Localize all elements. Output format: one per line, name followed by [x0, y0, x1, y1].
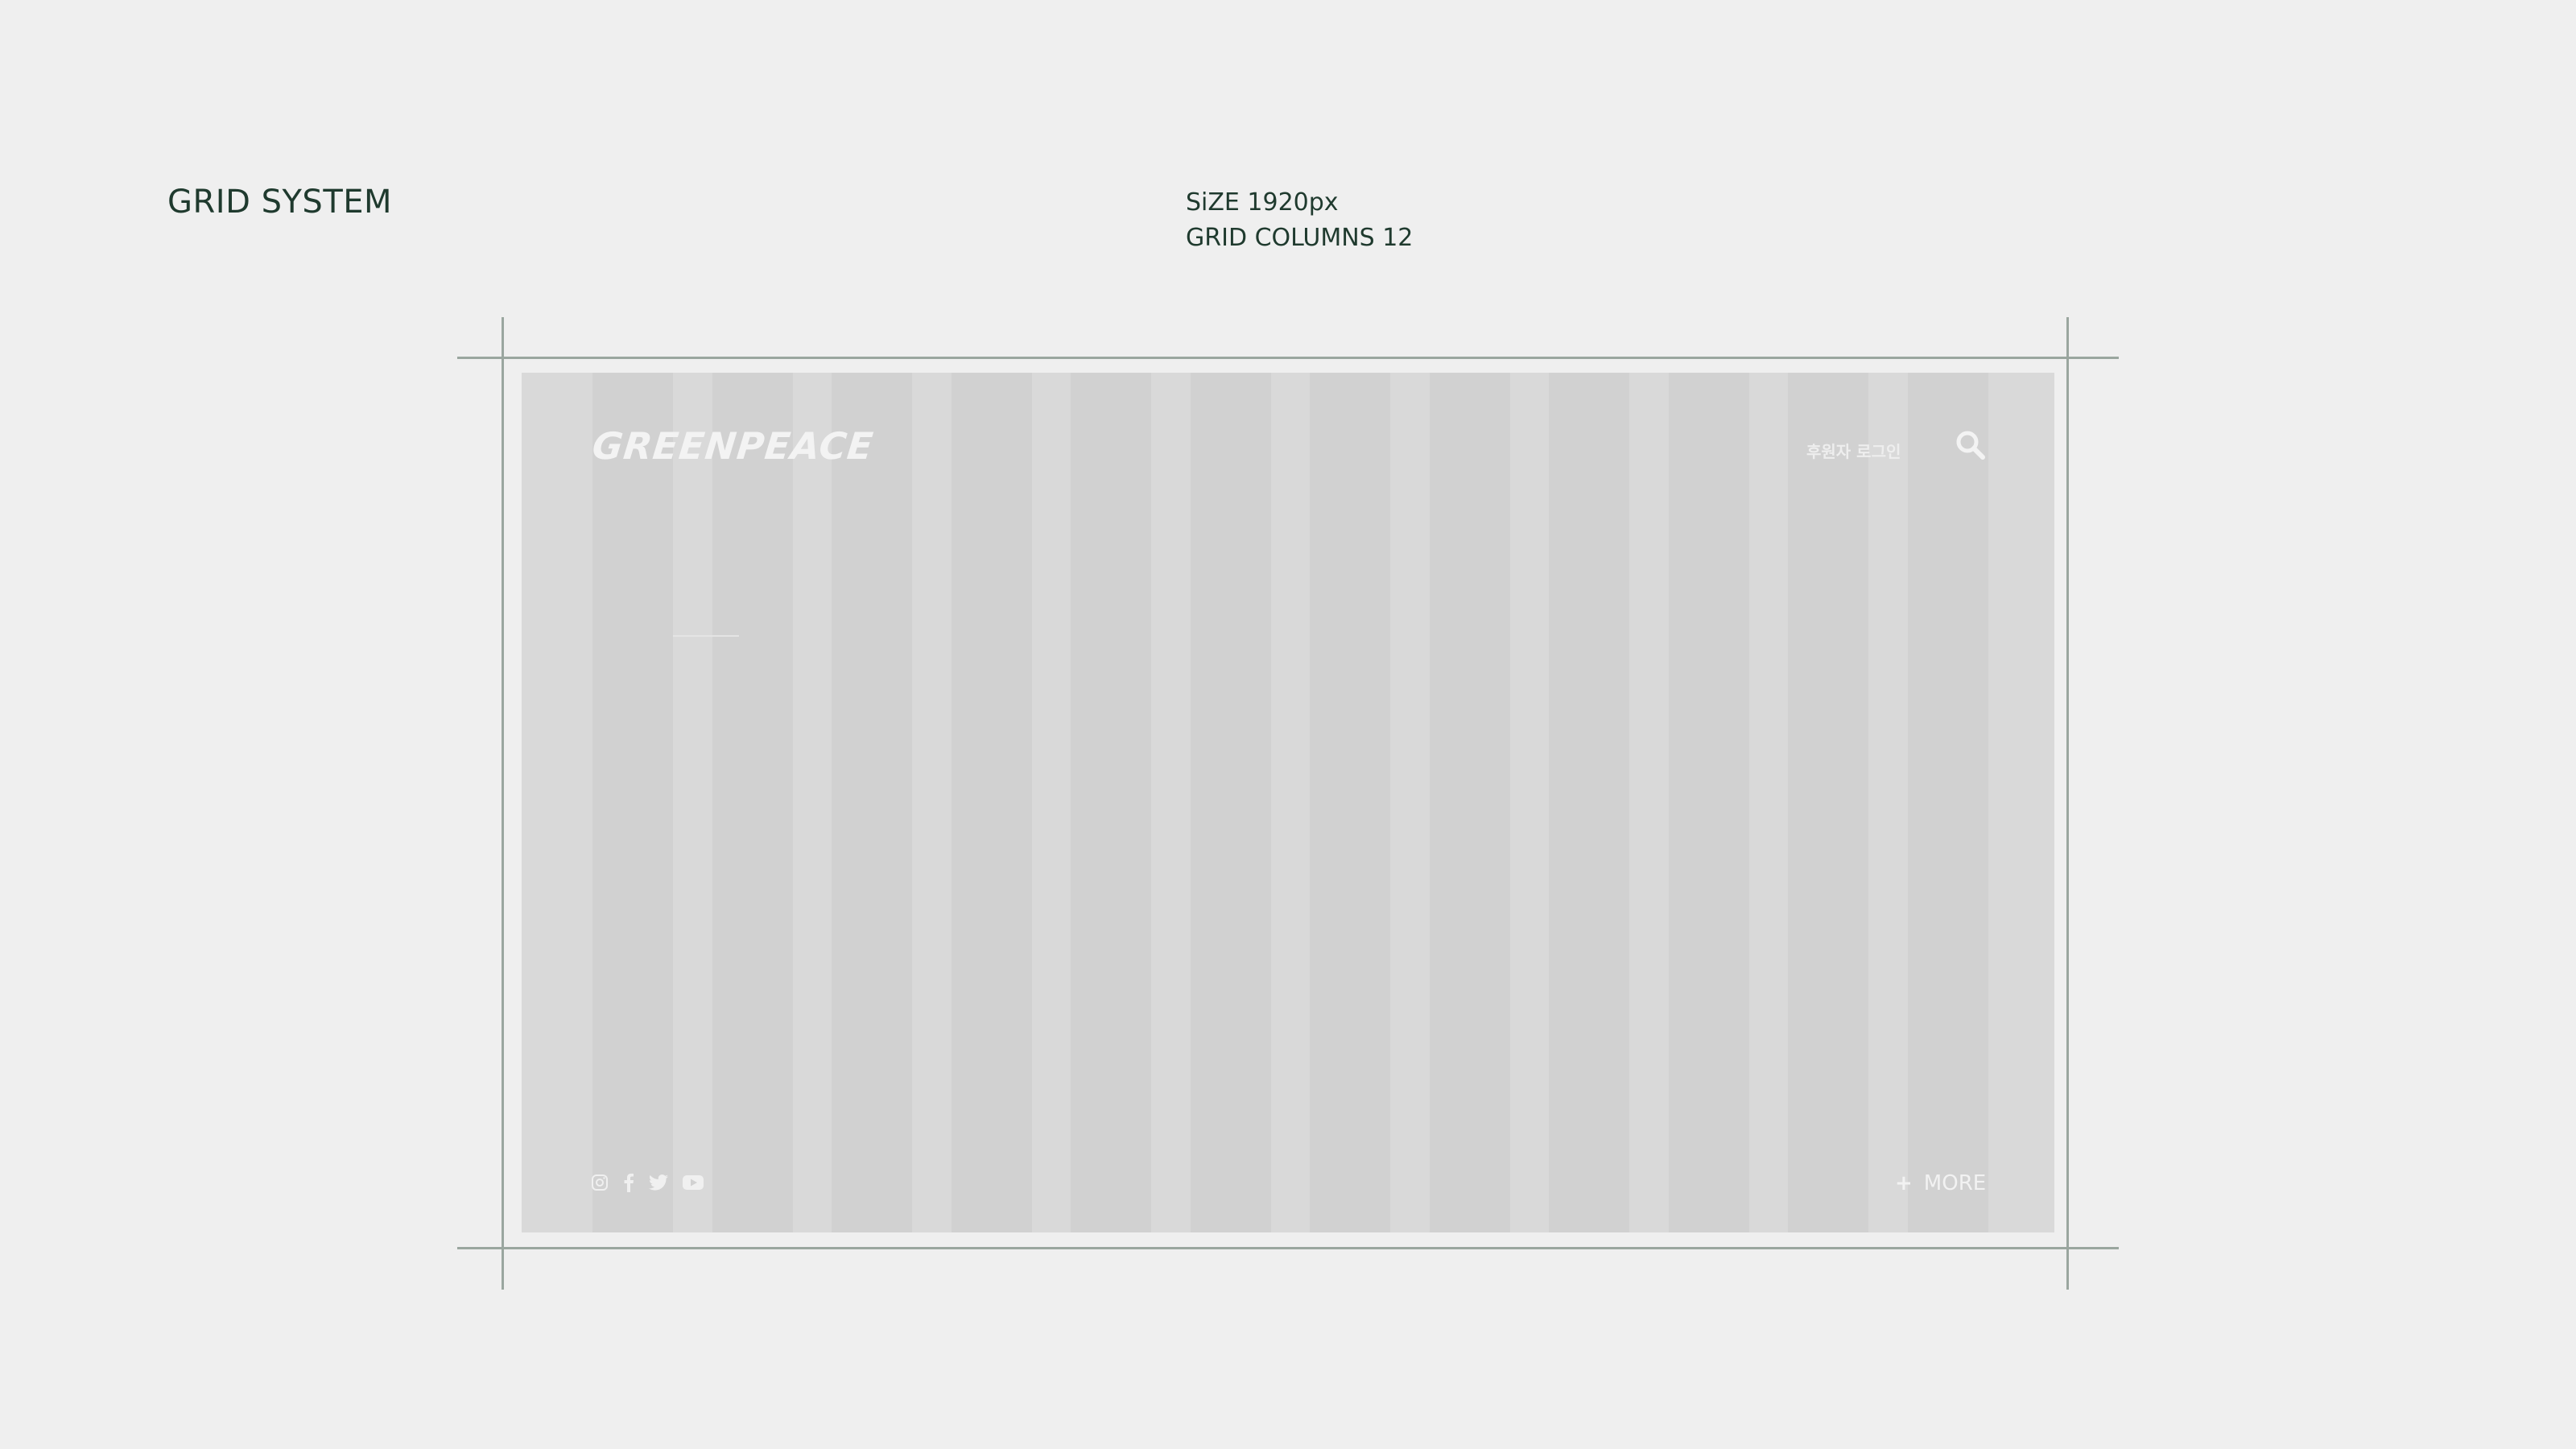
- grid-column: [1190, 373, 1271, 1232]
- grid-column: [832, 373, 912, 1232]
- divider: [673, 635, 739, 637]
- more-label: MORE: [1923, 1171, 1987, 1195]
- grid-column: [1310, 373, 1390, 1232]
- youtube-icon[interactable]: [683, 1174, 704, 1191]
- guide-line-bottom: [457, 1247, 2119, 1249]
- spec-size: SiZE 1920px: [1186, 188, 1339, 217]
- social-links: [591, 1173, 704, 1192]
- greenpeace-logo: GREENPEACE: [590, 424, 876, 468]
- website-mockup-frame: GREENPEACE 후원자 로그인 + MORE: [522, 373, 2054, 1232]
- twitter-icon[interactable]: [649, 1174, 668, 1191]
- grid-column: [1668, 373, 1749, 1232]
- grid-column: [712, 373, 793, 1232]
- guide-line-top: [457, 357, 2119, 359]
- search-icon[interactable]: [1955, 429, 1987, 461]
- guide-line-right: [2066, 317, 2069, 1290]
- section-title: GRID SYSTEM: [167, 184, 393, 221]
- grid-column: [1788, 373, 1868, 1232]
- grid-column: [1071, 373, 1151, 1232]
- instagram-icon[interactable]: [591, 1174, 609, 1191]
- login-link[interactable]: 후원자 로그인: [1806, 439, 1901, 462]
- guide-line-left: [502, 317, 504, 1290]
- grid-column: [592, 373, 673, 1232]
- grid-column: [1549, 373, 1629, 1232]
- grid-column: [1907, 373, 1988, 1232]
- grid-spec: SiZE 1920px GRID COLUMNS 12: [1186, 185, 1413, 256]
- grid-column: [1429, 373, 1510, 1232]
- grid-column: [951, 373, 1032, 1232]
- spec-columns: GRID COLUMNS 12: [1186, 224, 1414, 252]
- more-button[interactable]: + MORE: [1895, 1171, 1986, 1195]
- plus-icon: +: [1895, 1171, 1913, 1195]
- facebook-icon[interactable]: [623, 1173, 634, 1192]
